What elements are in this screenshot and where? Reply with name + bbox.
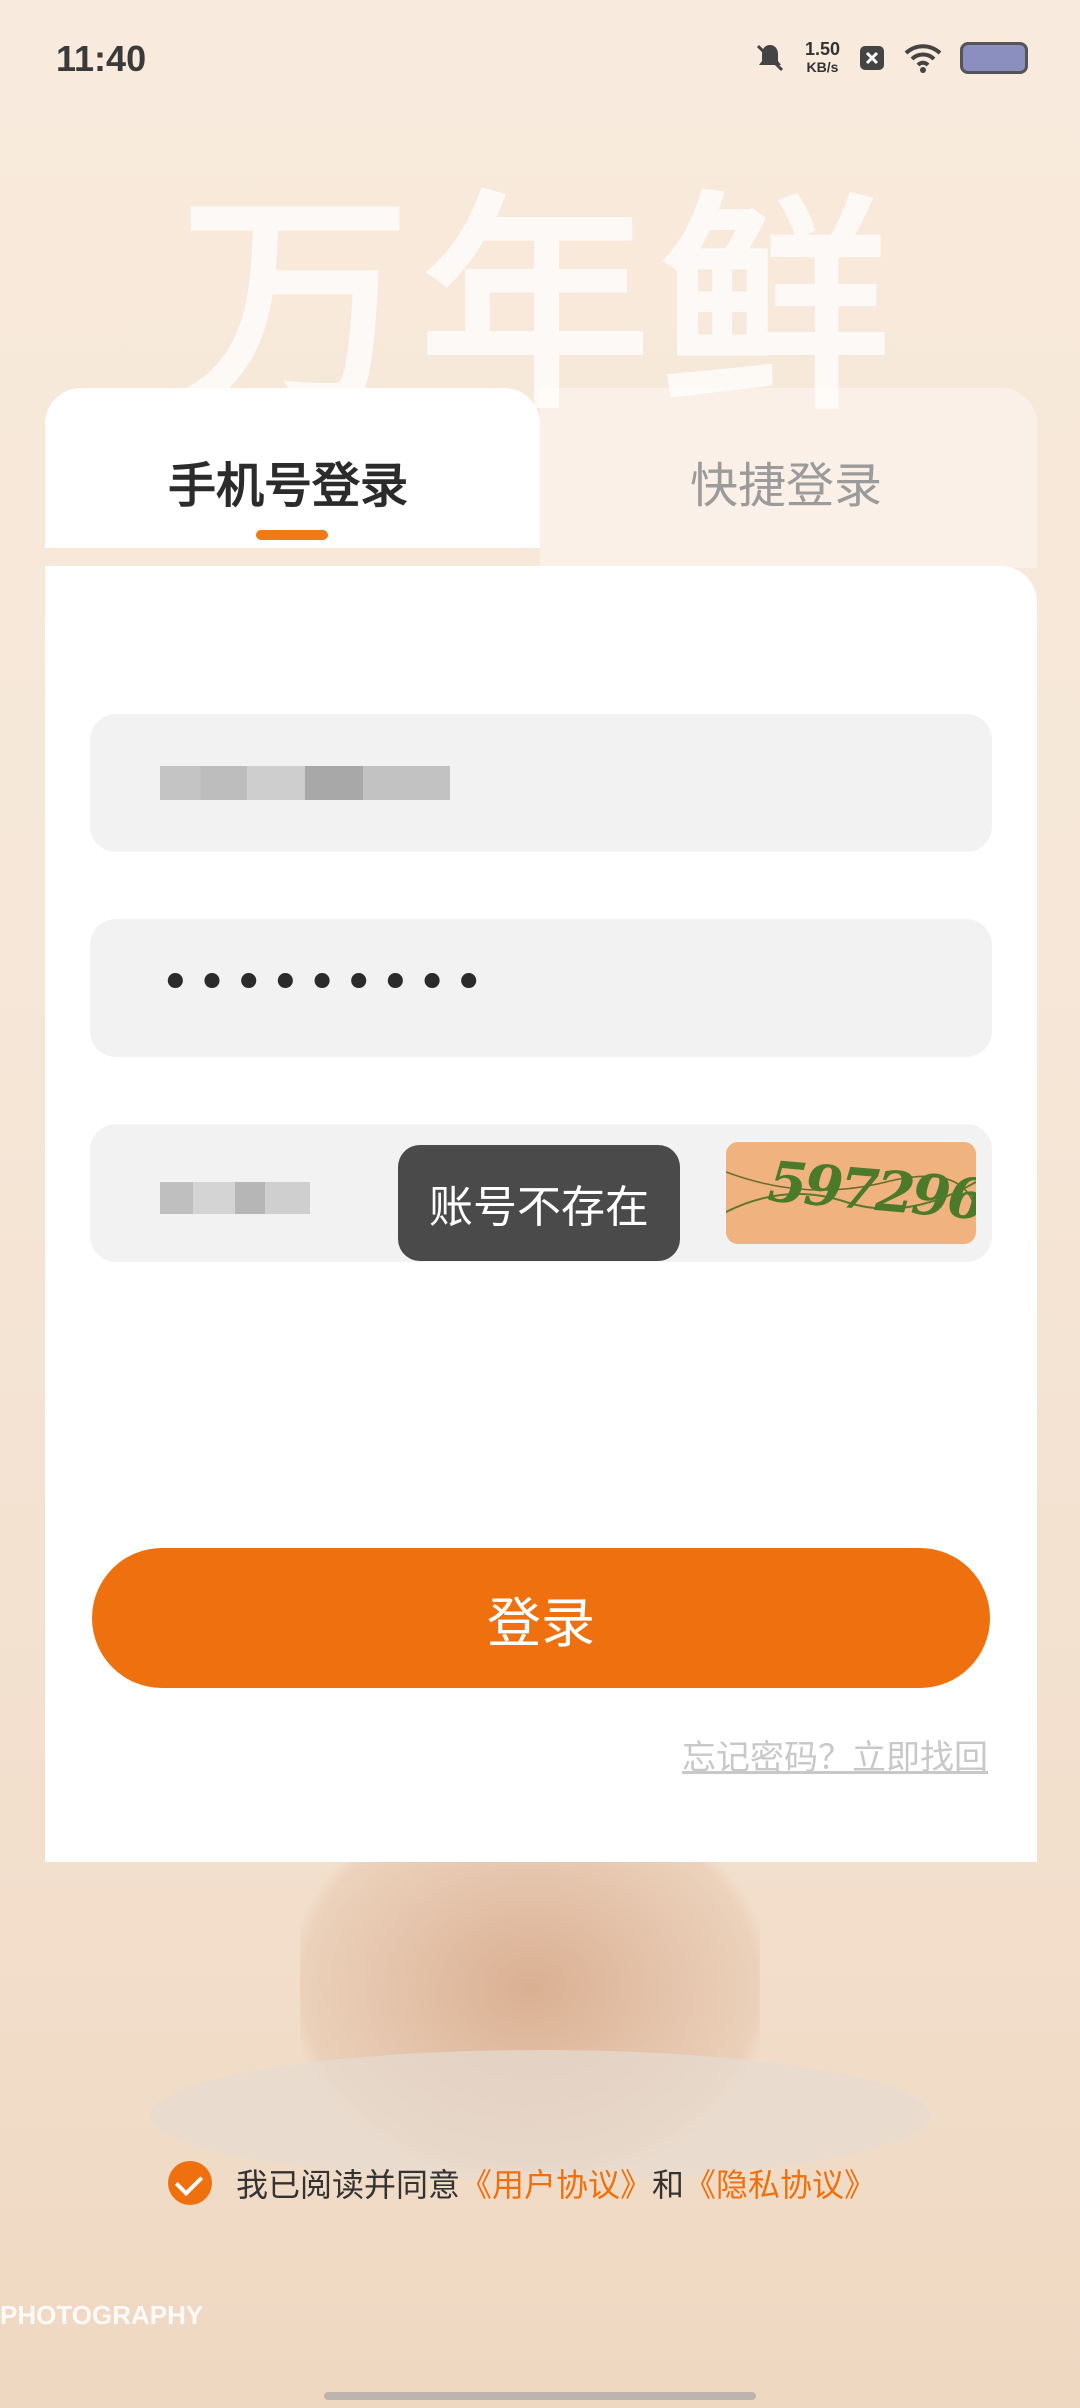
home-indicator[interactable] (324, 2392, 756, 2400)
status-icons: 1.50 KB/s (753, 40, 1028, 76)
agreement-row: 我已阅读并同意 《用户协议》 和 《隐私协议》 (168, 2160, 876, 2206)
status-bar: 11:40 1.50 KB/s (0, 0, 1080, 120)
speed-value: 1.50 (804, 39, 840, 59)
password-input[interactable]: ••••••••• (90, 919, 992, 1057)
mute-bell-icon (756, 44, 784, 72)
captcha-image[interactable]: 597296 (726, 1142, 976, 1244)
active-tab-indicator (256, 530, 328, 540)
agreement-checkbox[interactable] (168, 2161, 212, 2205)
privacy-agreement-link[interactable]: 《隐私协议》 (684, 2160, 876, 2206)
agreement-prefix: 我已阅读并同意 (236, 2166, 461, 2204)
phone-input[interactable] (90, 714, 992, 852)
redacted-captcha-entry (160, 1182, 310, 1214)
forgot-password-link[interactable]: 忘记密码？立即找回 (682, 1730, 988, 1779)
agreement-and: 和 (652, 2166, 685, 2204)
toast-message: 账号不存在 (398, 1145, 680, 1261)
network-speed: 1.50 KB/s (805, 40, 840, 76)
battery-icon (960, 42, 1028, 74)
notification-x-icon (860, 46, 884, 70)
user-agreement-link[interactable]: 《用户协议》 (460, 2160, 652, 2206)
background-watermark: PHOTOGRAPHY (0, 2300, 204, 2330)
wifi-icon (904, 44, 942, 73)
login-button[interactable]: 登录 (92, 1548, 990, 1688)
password-mask: ••••••••• (160, 953, 491, 1013)
tab-phone-login[interactable]: 手机号登录 (168, 446, 408, 516)
speed-unit: KB/s (806, 59, 839, 75)
tab-quick-login[interactable]: 快捷登录 (690, 446, 882, 516)
status-time: 11:40 (56, 38, 147, 79)
redacted-phone-number (160, 766, 450, 800)
